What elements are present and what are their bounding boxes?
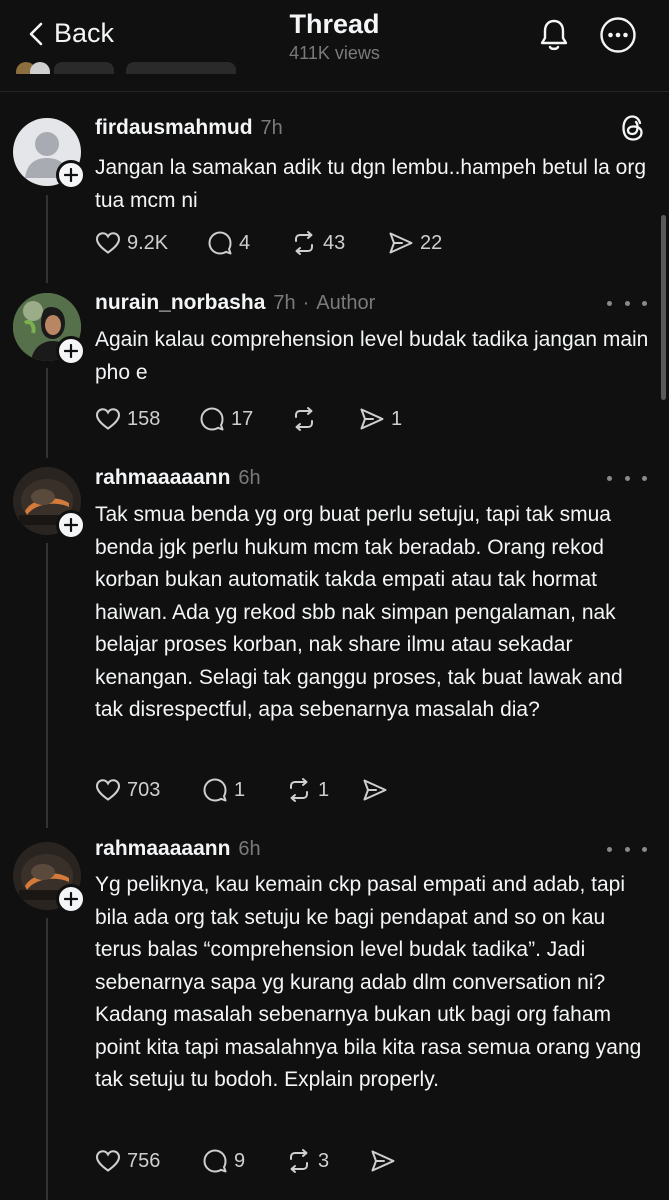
separator-dot: · — [302, 292, 310, 314]
plus-icon — [64, 892, 78, 906]
send-icon — [371, 1150, 395, 1172]
dot-icon — [642, 300, 647, 306]
more-options-button[interactable] — [598, 15, 638, 55]
like-count: 158 — [127, 407, 161, 430]
notifications-button[interactable] — [534, 15, 574, 55]
timestamp: 6h — [238, 838, 261, 860]
post-more-button[interactable] — [607, 839, 647, 859]
share-button[interactable]: 1 — [359, 407, 402, 431]
share-button[interactable]: 22 — [388, 231, 442, 255]
share-count: 22 — [420, 231, 443, 254]
follow-plus-button[interactable] — [56, 884, 86, 914]
heart-icon — [95, 232, 121, 254]
like-count: 9.2K — [127, 231, 169, 254]
like-count: 703 — [127, 778, 161, 801]
post-more-button[interactable] — [607, 468, 647, 488]
post-header: rahmaaaaann 6h — [95, 837, 261, 861]
username[interactable]: firdausmahmud — [95, 116, 253, 140]
dot-icon — [624, 846, 630, 852]
reply-button[interactable]: 1 — [202, 777, 286, 803]
repost-button[interactable]: 1 — [286, 777, 362, 803]
reply-button[interactable]: 4 — [207, 230, 291, 256]
post-header: firdausmahmud 7h — [95, 116, 283, 140]
heart-icon — [95, 1150, 121, 1172]
like-count: 756 — [127, 1149, 161, 1172]
heart-icon — [95, 779, 121, 801]
repost-button[interactable]: 43 — [291, 230, 388, 256]
dot-icon — [607, 846, 612, 852]
repost-button[interactable]: 3 — [286, 1148, 370, 1174]
reply-count: 4 — [239, 231, 251, 254]
repost-button[interactable] — [291, 406, 359, 432]
share-count: 1 — [391, 407, 403, 430]
dot-icon — [642, 475, 647, 481]
more-circle-icon — [600, 17, 636, 53]
post-actions: 703 1 1 — [95, 777, 394, 803]
follow-plus-button[interactable] — [56, 510, 86, 540]
share-button[interactable] — [370, 1149, 402, 1173]
repost-icon — [290, 778, 308, 802]
reply-count: 17 — [231, 407, 254, 430]
author-badge: Author — [316, 292, 376, 314]
post-text: Jangan la samakan adik tu dgn lembu..ham… — [95, 156, 647, 212]
comment-icon — [203, 778, 227, 802]
send-icon — [363, 779, 387, 801]
bell-icon — [540, 19, 568, 51]
comment-icon — [200, 407, 224, 431]
like-button[interactable]: 703 — [95, 778, 202, 802]
scrollbar[interactable] — [661, 215, 666, 400]
post-text: Again kalau comprehension level budak ta… — [95, 328, 649, 384]
username[interactable]: nurain_norbasha — [95, 291, 265, 315]
dot-icon — [624, 475, 630, 481]
repost-icon — [290, 1149, 308, 1173]
repost-icon — [295, 231, 313, 255]
timestamp: 6h — [238, 467, 261, 489]
username[interactable]: rahmaaaaann — [95, 837, 230, 861]
post-actions: 158 17 1 — [95, 406, 402, 432]
reply-button[interactable]: 9 — [202, 1148, 286, 1174]
dot-icon — [624, 300, 630, 306]
like-button[interactable]: 756 — [95, 1149, 202, 1173]
thread-line — [46, 368, 48, 458]
plus-icon — [64, 344, 78, 358]
timestamp: 7h — [273, 292, 296, 314]
like-button[interactable]: 9.2K — [95, 231, 207, 255]
post-header: rahmaaaaann 6h — [95, 466, 261, 490]
follow-plus-button[interactable] — [56, 160, 86, 190]
post-more-button[interactable] — [607, 293, 647, 313]
dot-icon — [607, 300, 612, 306]
send-icon — [360, 408, 384, 430]
post-actions: 9.2K 4 43 22 — [95, 230, 442, 256]
repost-count: 43 — [323, 231, 346, 254]
post-text: Tak smua benda yg org buat perlu setuju,… — [95, 503, 623, 721]
post-actions: 756 9 3 — [95, 1148, 402, 1174]
thread-line — [46, 543, 48, 828]
reply-button[interactable]: 17 — [199, 406, 291, 432]
plus-icon — [64, 518, 78, 532]
timestamp: 7h — [260, 117, 283, 139]
comment-icon — [203, 1149, 227, 1173]
username[interactable]: rahmaaaaann — [95, 466, 230, 490]
repost-count: 1 — [318, 778, 330, 801]
plus-icon — [64, 168, 78, 182]
threads-logo — [619, 113, 647, 148]
post-header: nurain_norbasha 7h · Author — [95, 291, 375, 315]
follow-plus-button[interactable] — [56, 336, 86, 366]
thread-line — [46, 195, 48, 283]
comment-icon — [208, 231, 232, 255]
like-button[interactable]: 158 — [95, 407, 199, 431]
threads-logo-icon — [622, 115, 643, 141]
heart-icon — [95, 408, 121, 430]
top-bar: Back Thread 411K views — [0, 0, 669, 92]
dot-icon — [642, 846, 647, 852]
repost-count: 3 — [318, 1149, 330, 1172]
send-icon — [389, 232, 413, 254]
thread-line — [46, 918, 48, 1200]
share-button[interactable] — [362, 778, 394, 802]
repost-icon — [295, 407, 313, 431]
post-text: Yg peliknya, kau kemain ckp pasal empati… — [95, 873, 642, 1091]
dot-icon — [607, 475, 612, 481]
reply-count: 9 — [234, 1149, 246, 1172]
reply-count: 1 — [234, 778, 246, 801]
